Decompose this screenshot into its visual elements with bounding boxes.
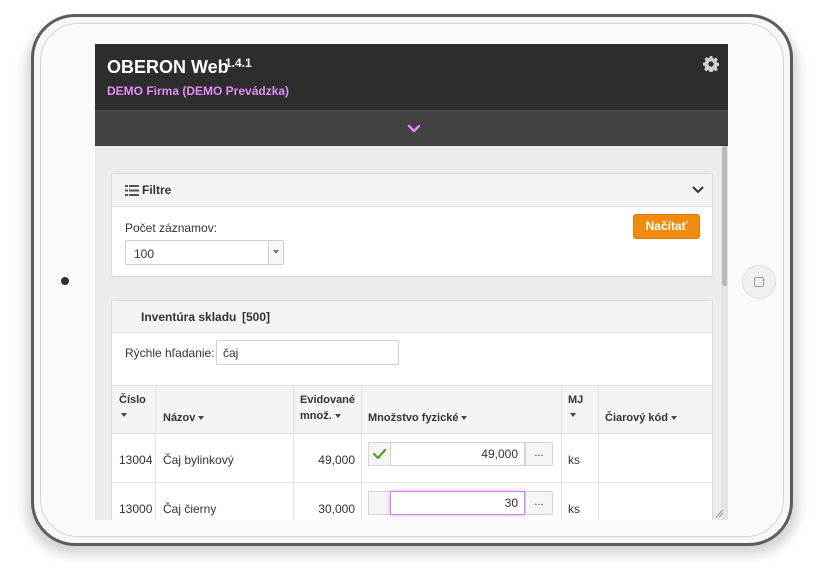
inventory-count: [500]: [242, 310, 271, 324]
inventory-panel-header: Inventúra skladu [500]: [112, 301, 712, 333]
tablet-home-button[interactable]: [742, 265, 776, 299]
cell-evidovane: 30,000: [318, 502, 355, 516]
table-row[interactable]: 13000 Čaj čierny 30,000 ... ks: [112, 483, 712, 520]
vertical-scrollbar[interactable]: [721, 146, 728, 520]
tablet-camera: [61, 277, 69, 285]
column-header-label: Čiarový kód: [605, 412, 668, 424]
scrollbar-thumb[interactable]: [722, 146, 727, 286]
company-name: DEMO Firma (DEMO Prevádzka): [107, 84, 290, 98]
sort-down-icon: [198, 416, 205, 421]
app-screen: OBERON Web 1.4.1 DEMO Firma (DEMO Prevád…: [95, 44, 728, 520]
column-header-mnozstvo[interactable]: Množstvo fyzické: [368, 410, 468, 426]
check-icon: [372, 448, 387, 460]
filter-panel-header[interactable]: Filtre: [112, 174, 712, 207]
column-header-kod[interactable]: Čiarový kód: [605, 410, 677, 426]
filter-panel-title: Filtre: [142, 183, 172, 197]
column-header-evidovane[interactable]: Evidované množ.: [300, 392, 355, 424]
column-header-label: Názov: [163, 412, 196, 424]
column-header-label: MJ: [568, 394, 584, 406]
cell-cislo: 13000: [119, 502, 153, 516]
quick-search-input[interactable]: [216, 340, 399, 365]
load-button[interactable]: Načítať: [633, 214, 700, 239]
table-header: Číslo Názov Evidované množ. Množstvo fyz…: [112, 385, 712, 434]
cell-nazov: Čaj čierny: [163, 502, 217, 516]
sort-down-icon: [121, 413, 127, 417]
column-divider: [293, 385, 294, 520]
cell-cislo: 13004: [119, 453, 153, 467]
sort-down-icon: [570, 413, 576, 417]
nav-bar: [95, 110, 728, 146]
column-header-label: množ.: [300, 410, 332, 422]
record-count-select[interactable]: 100: [125, 240, 284, 265]
check-icon-box: [368, 442, 390, 466]
sort-down-icon: [461, 416, 468, 421]
column-header-nazov[interactable]: Názov: [163, 410, 205, 426]
more-button[interactable]: ...: [525, 442, 553, 466]
physical-quantity-control: ...: [368, 491, 555, 517]
chevron-down-icon[interactable]: [406, 121, 422, 137]
more-button[interactable]: ...: [525, 491, 553, 515]
main-content: Filtre Počet záznamov: 100 Načítať Inven…: [95, 146, 721, 520]
quick-search-label: Rýchle hľadanie:: [125, 346, 215, 360]
physical-quantity-control: ...: [368, 442, 555, 468]
column-header-label: Číslo: [119, 394, 146, 406]
column-header-label: Evidované: [300, 394, 356, 406]
table-row[interactable]: 13004 Čaj bylinkový 49,000 ... ks: [112, 434, 712, 483]
gear-icon[interactable]: [703, 56, 719, 72]
column-header-label: Množstvo fyzické: [368, 412, 459, 424]
resize-grip-icon[interactable]: [715, 509, 724, 518]
cell-evidovane: 49,000: [318, 453, 355, 467]
cell-nazov: Čaj bylinkový: [163, 453, 234, 467]
cell-mj: ks: [568, 453, 580, 467]
app-title: OBERON Web: [107, 57, 229, 77]
filter-panel: Filtre Počet záznamov: 100 Načítať: [111, 173, 713, 277]
column-divider: [561, 385, 562, 520]
chevron-down-icon[interactable]: [692, 185, 704, 195]
select-arrow-icon[interactable]: [268, 241, 283, 264]
inventory-panel: Inventúra skladu [500] Rýchle hľadanie: …: [111, 300, 713, 520]
check-icon-box: [368, 491, 390, 515]
physical-quantity-input[interactable]: [390, 442, 525, 466]
sort-down-icon: [670, 416, 677, 421]
physical-quantity-input[interactable]: [390, 491, 525, 515]
app-version: 1.4.1: [225, 56, 252, 70]
app-header: OBERON Web 1.4.1 DEMO Firma (DEMO Prevád…: [95, 44, 728, 110]
record-count-value: 100: [134, 247, 155, 261]
inventory-title: Inventúra skladu: [141, 310, 237, 324]
column-divider: [155, 385, 156, 520]
sort-down-icon: [334, 414, 341, 419]
column-header-cislo[interactable]: Číslo: [119, 392, 146, 417]
column-divider: [598, 385, 599, 520]
record-count-label: Počet záznamov:: [125, 221, 218, 235]
column-divider: [361, 385, 362, 520]
filter-list-icon: [125, 185, 139, 196]
cell-mj: ks: [568, 502, 580, 516]
column-header-mj[interactable]: MJ: [568, 392, 583, 417]
